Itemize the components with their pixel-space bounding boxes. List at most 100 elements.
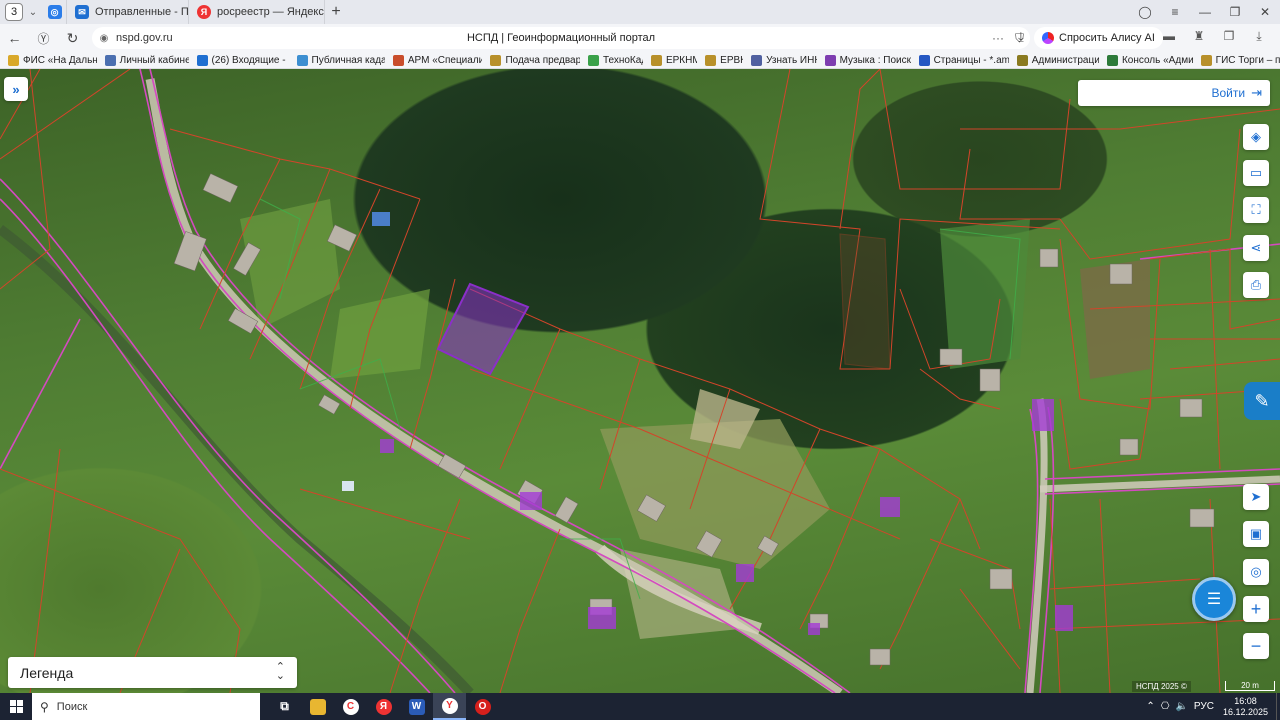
tray-chevron-icon[interactable]: ⌃ — [1146, 701, 1154, 712]
bookmark-label: ЕРКНМ — [665, 54, 697, 66]
tab-count-button[interactable]: 3 — [5, 3, 23, 21]
map-scale-bar: 20 m — [1225, 681, 1275, 691]
search-icon: ⚲ — [40, 699, 49, 714]
locate-button[interactable]: ➤ — [1243, 484, 1269, 510]
minimize-icon[interactable]: — — [1190, 5, 1220, 19]
map-canvas[interactable]: » Войти ⇥ ◈ ▭ ⛶ ⋖ ⎙ ✎ ➤ ▣ ◎ + − ☰ Легенд… — [0, 69, 1280, 693]
alice-label: Спросить Алису AI — [1059, 32, 1155, 44]
bookmark-label: Подача предвари — [505, 54, 580, 66]
bookmark-favicon-icon — [751, 54, 763, 66]
minimap-button[interactable]: ▣ — [1243, 521, 1269, 547]
print-button[interactable]: ⎙ — [1243, 272, 1269, 298]
bookmark-item[interactable]: Музыка : Поиск - — [824, 54, 911, 66]
blue-roof-building — [372, 212, 390, 226]
windows-taskbar: ⚲ Поиск ⧉ C Я W Y O ⌃ ⎔ 🔈 РУС 16:08 16.1… — [0, 693, 1280, 720]
bookmark-item[interactable]: АРМ «Специалис — [392, 54, 483, 66]
map-attribution: НСПД 2025 © — [1132, 681, 1191, 692]
collections-icon[interactable]: ❐ — [1220, 29, 1238, 45]
new-tab-button[interactable]: + — [325, 3, 347, 21]
taskbar-search-box[interactable]: ⚲ Поиск — [32, 693, 260, 720]
folder-icon — [309, 698, 326, 715]
task-view-button[interactable]: ⧉ — [268, 693, 301, 720]
cadastral-map-svg — [0, 69, 1280, 693]
download-icon[interactable]: ⤓ — [1018, 29, 1024, 45]
yandex-browser-active-button[interactable]: Y — [433, 693, 466, 720]
menu-icon[interactable]: ≡ — [1160, 5, 1190, 19]
back-arrow-icon[interactable]: ← — [0, 30, 29, 46]
bookmark-item[interactable]: Консоль «Админ — [1106, 54, 1193, 66]
layers-button[interactable]: ◈ — [1243, 124, 1269, 150]
bookmark-item[interactable]: Узнать ИНН — [751, 54, 817, 66]
bookmark-item[interactable]: ГИС Торги – пр — [1200, 54, 1280, 66]
bookmark-favicon-icon — [104, 54, 116, 66]
tab-list-chevron-icon[interactable]: ⌄ — [23, 7, 43, 18]
share-button[interactable]: ⋖ — [1243, 235, 1269, 261]
bookmark-item[interactable]: Публичная кадас — [296, 54, 385, 66]
bookmark-item[interactable]: (26) Входящие - П — [196, 54, 289, 66]
network-icon[interactable]: ⎔ — [1161, 701, 1170, 712]
reload-icon[interactable]: ↻ — [58, 30, 87, 47]
ruler-button[interactable]: ▭ — [1243, 160, 1269, 186]
yandex-icon: Я — [375, 698, 392, 715]
explorer-button[interactable] — [301, 693, 334, 720]
bookmark-favicon-icon — [650, 54, 662, 66]
restore-icon[interactable]: ❐ — [1220, 5, 1250, 19]
bookmark-favicon-icon — [918, 54, 930, 66]
legend-expand-chevron-icon: ⌃ ⌄ — [275, 661, 285, 682]
bookmark-item[interactable]: ЕРВК — [705, 54, 743, 66]
tab-yandex-search[interactable]: Я росреестр — Яндекс: наш — [189, 0, 325, 24]
tab-pinned-nspd[interactable]: ◎ — [43, 0, 67, 24]
address-bar[interactable]: ◉ nspd.gov.ru НСПД | Геоинформационный п… — [92, 27, 1030, 49]
select-area-button[interactable]: ⛶ — [1243, 197, 1269, 223]
bookmark-label: Публичная кадас — [311, 54, 385, 66]
bookmark-item[interactable]: ЕРКНМ — [650, 54, 697, 66]
expand-panel-button[interactable]: » — [4, 77, 28, 101]
legend-dropdown[interactable]: Легенда ⌃ ⌄ — [8, 657, 297, 688]
word-button[interactable]: W — [400, 693, 433, 720]
bookmark-favicon-icon — [296, 54, 308, 66]
bookmark-favicon-icon — [490, 54, 502, 66]
tab-mail[interactable]: ✉ Отправленные - Почта М — [67, 0, 189, 24]
bookmark-item[interactable]: Подача предвари — [490, 54, 580, 66]
bookmark-item[interactable]: Страницы - *.amu — [918, 54, 1009, 66]
extension-icon[interactable]: ▬ — [1160, 29, 1178, 45]
forest-parcel — [839, 233, 891, 370]
more-options-icon[interactable]: ··· — [992, 31, 1004, 45]
bookmark-item[interactable]: Администрация — [1016, 54, 1099, 66]
yandex-browser-button[interactable]: Я — [367, 693, 400, 720]
bookmark-item[interactable]: Личный кабинет — [104, 54, 189, 66]
start-button[interactable] — [0, 693, 32, 720]
assistant-tab-button[interactable]: ✎ — [1244, 382, 1280, 420]
geo-search-button[interactable]: ◎ — [1243, 559, 1269, 585]
show-desktop-button[interactable] — [1276, 693, 1280, 720]
taskbar-clock[interactable]: 16:08 16.12.2025 — [1223, 696, 1268, 718]
bookmark-item[interactable]: ТехноКад — [587, 54, 643, 66]
bookmark-label: Администрация — [1031, 54, 1099, 66]
language-indicator[interactable]: РУС — [1194, 701, 1214, 712]
clock-time: 16:08 — [1234, 695, 1257, 706]
dirt-road — [145, 78, 843, 693]
alice-icon — [1042, 32, 1054, 44]
bookmark-item[interactable]: ФИС «На Дальни — [8, 54, 97, 66]
login-button[interactable]: Войти ⇥ — [1078, 80, 1270, 106]
profile-icon[interactable]: ◯ — [1130, 5, 1160, 19]
system-tray: ⌃ ⎔ 🔈 РУС 16:08 16.12.2025 — [1143, 693, 1280, 720]
extension-icon[interactable]: ♜ — [1190, 29, 1208, 45]
site-security-icon[interactable]: ◉ — [96, 33, 112, 44]
bookmarks-bar: ФИС «На Дальни Личный кабинет (26) Входящи… — [0, 52, 1280, 69]
ask-alice-button[interactable]: Спросить Алису AI — [1034, 27, 1163, 49]
volume-icon[interactable]: 🔈 — [1175, 701, 1187, 712]
zoom-out-button[interactable]: − — [1243, 633, 1269, 659]
bookmark-label: (26) Входящие - П — [211, 54, 289, 66]
yandex-home-icon[interactable]: Ⓨ — [29, 30, 58, 47]
chat-button[interactable]: ☰ — [1192, 577, 1236, 621]
opera-button[interactable]: O — [466, 693, 499, 720]
zoom-in-button[interactable]: + — [1243, 596, 1269, 622]
bookmark-label: Музыка : Поиск - — [839, 54, 911, 66]
downloads-icon[interactable]: ⤓ — [1250, 29, 1268, 45]
app-button[interactable]: C — [334, 693, 367, 720]
bookmark-label: ФИС «На Дальни — [23, 54, 97, 66]
bookmark-label: Узнать ИНН — [766, 54, 817, 66]
close-icon[interactable]: ✕ — [1250, 5, 1280, 19]
bookmark-label: АРМ «Специалис — [407, 54, 483, 66]
